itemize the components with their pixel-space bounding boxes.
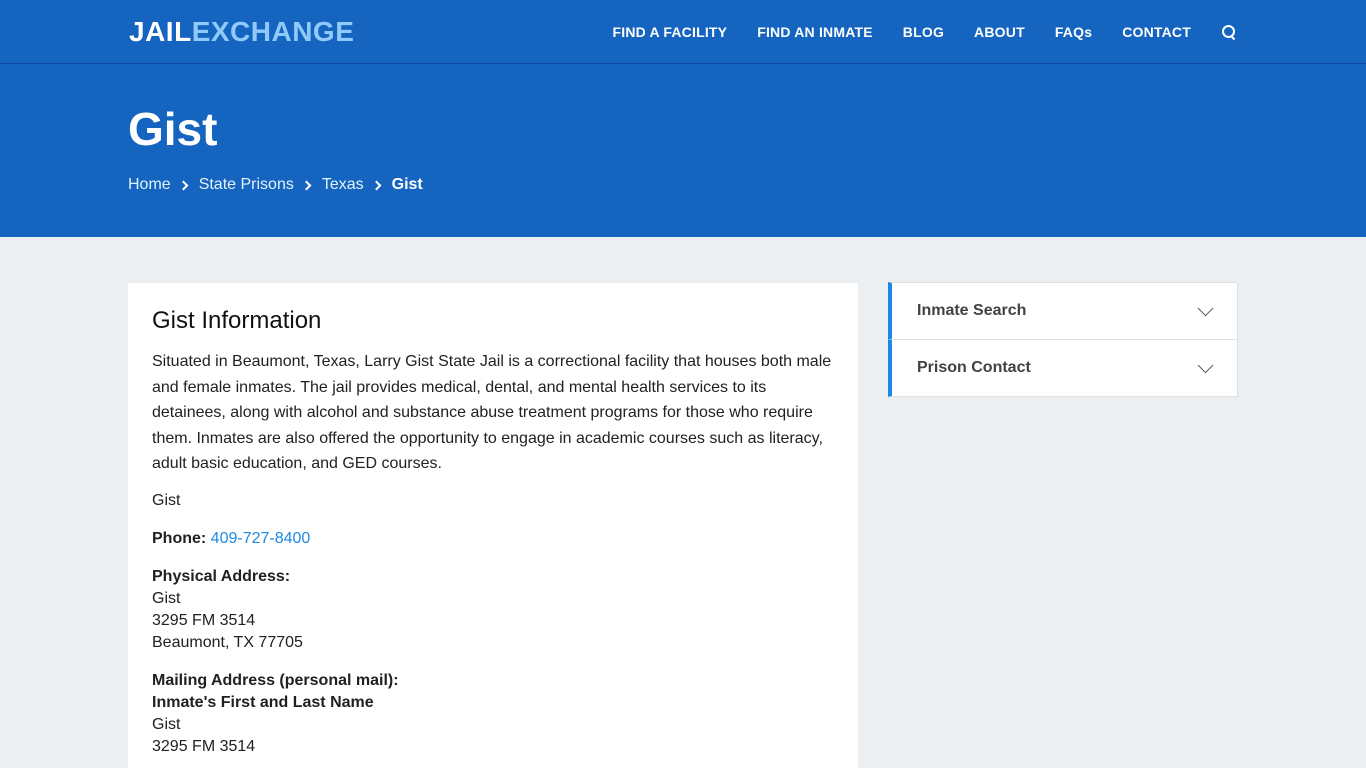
breadcrumb-state-prisons[interactable]: State Prisons (199, 176, 294, 194)
chevron-right-icon (371, 180, 382, 190)
chevron-down-icon (1197, 357, 1214, 373)
accordion-label: Prison Contact (917, 359, 1031, 376)
nav-faqs[interactable]: FAQs (1055, 24, 1092, 40)
search-icon[interactable] (1221, 24, 1237, 40)
page-hero: Gist Home State Prisons Texas Gist (0, 64, 1366, 237)
logo-exchange-text: EXCHANGE (191, 16, 355, 47)
mailing-address: Mailing Address (personal mail): Inmate'… (152, 670, 834, 758)
sidebar-accordion: Inmate Search Prison Contact (888, 282, 1238, 397)
section-heading: Gist Information (152, 307, 322, 334)
nav-about[interactable]: ABOUT (974, 24, 1025, 40)
address-line: Gist (152, 715, 181, 733)
address-line: 3295 FM 3514 (152, 737, 256, 755)
breadcrumb-current: Gist (391, 176, 423, 193)
physical-address: Physical Address: Gist 3295 FM 3514 Beau… (152, 566, 834, 654)
accordion-inmate-search[interactable]: Inmate Search (888, 282, 1238, 340)
mailing-address-label: Mailing Address (personal mail): (152, 671, 399, 689)
physical-address-label: Physical Address: (152, 567, 291, 585)
site-logo[interactable]: JAILEXCHANGE (129, 16, 354, 48)
breadcrumb-texas[interactable]: Texas (322, 176, 364, 194)
phone-link[interactable]: 409-727-8400 (211, 530, 311, 547)
mailing-inmate-name: Inmate's First and Last Name (152, 693, 374, 711)
accordion-label: Inmate Search (917, 302, 1027, 319)
address-line: Beaumont, TX 77705 (152, 633, 303, 651)
facility-name: Gist (152, 491, 181, 509)
address-line: Gist (152, 589, 181, 607)
chevron-down-icon (1197, 300, 1214, 316)
address-line: 3295 FM 3514 (152, 611, 256, 629)
breadcrumb-home[interactable]: Home (128, 176, 171, 194)
nav-blog[interactable]: BLOG (903, 24, 944, 40)
nav-contact[interactable]: CONTACT (1122, 24, 1191, 40)
top-navbar: JAILEXCHANGE FIND A FACILITY FIND AN INM… (0, 0, 1366, 64)
main-nav: FIND A FACILITY FIND AN INMATE BLOG ABOU… (582, 0, 1237, 64)
logo-jail-text: JAIL (129, 16, 192, 47)
nav-find-inmate[interactable]: FIND AN INMATE (757, 24, 873, 40)
accordion-prison-contact[interactable]: Prison Contact (888, 339, 1238, 397)
phone-label: Phone: (152, 529, 207, 547)
phone-row: Phone: 409-727-8400 (152, 528, 834, 550)
facility-description: Situated in Beaumont, Texas, Larry Gist … (152, 353, 832, 473)
facility-info-card: Gist Information Situated in Beaumont, T… (128, 283, 858, 768)
page-title: Gist (128, 103, 218, 155)
chevron-right-icon (178, 180, 189, 190)
nav-find-facility[interactable]: FIND A FACILITY (612, 24, 727, 40)
chevron-right-icon (301, 180, 312, 190)
breadcrumb: Home State Prisons Texas Gist (128, 176, 423, 194)
